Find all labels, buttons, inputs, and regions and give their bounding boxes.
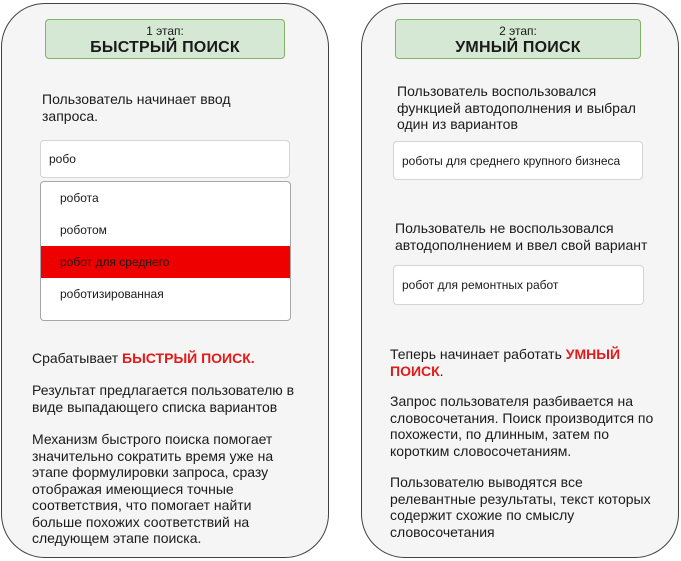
- suggestion-label: роботом: [60, 223, 107, 237]
- autocomplete-result-field[interactable]: роботы для среднего крупного бизнеса: [393, 141, 643, 180]
- stage-2-manual-text: Пользователь не воспользовался автодопол…: [395, 220, 648, 253]
- autocomplete-result-value: роботы для среднего крупного бизнеса: [402, 153, 621, 168]
- stage-2-results-text: Пользователю выводятся все релевантные р…: [390, 474, 651, 540]
- stage-1-mechanism-text: Механизм быстрого поиска помогает значит…: [32, 431, 274, 546]
- now-suffix: .: [439, 362, 444, 379]
- suggestion-label: робот для среднего: [60, 255, 170, 269]
- stage-2-autocomplete-text: Пользователь воспользовался функцией авт…: [397, 83, 636, 132]
- stage-1-result-text: Результат предлагается пользователю в ви…: [32, 382, 295, 415]
- stage-1-title: БЫСТРЫЙ ПОИСК: [90, 39, 240, 56]
- stage-1-badge: 1 этап: БЫСТРЫЙ ПОИСК: [45, 19, 285, 59]
- stage-1-trigger-text: Срабатывает БЫСТРЫЙ ПОИСК.: [32, 350, 302, 367]
- autocomplete-dropdown[interactable]: робота роботом робот для среднего роботизир…: [40, 181, 291, 321]
- suggestion-item[interactable]: робот для среднего: [41, 246, 290, 278]
- manual-query-field[interactable]: робот для ремонтных работ: [393, 265, 644, 305]
- now-prefix: Теперь начинает работать: [390, 346, 566, 362]
- search-input[interactable]: робо: [40, 140, 290, 178]
- manual-query-value: робот для ремонтных работ: [402, 278, 559, 292]
- trigger-prefix: Срабатывает: [32, 350, 123, 366]
- stage-2-label: 2 этап:: [499, 24, 537, 38]
- stage-2-badge: 2 этап: УМНЫЙ ПОИСК: [395, 19, 641, 59]
- suggestion-label: робота: [60, 191, 99, 205]
- suggestion-label: роботизированная: [60, 287, 164, 301]
- trigger-highlight: БЫСТРЫЙ ПОИСК.: [122, 350, 255, 366]
- suggestion-item[interactable]: робота: [41, 182, 290, 214]
- stage-1-intro: Пользователь начинает ввод запроса.: [42, 91, 231, 124]
- stage-2-now-text: Теперь начинает работать УМНЫЙ ПОИСК.: [390, 346, 640, 379]
- suggestion-item[interactable]: роботизированная: [41, 278, 290, 310]
- stage-1-label: 1 этап:: [146, 24, 184, 38]
- search-input-value: робо: [49, 152, 76, 166]
- stage-2-title: УМНЫЙ ПОИСК: [455, 39, 581, 56]
- stage-2-split-text: Запрос пользователя разбивается на слово…: [390, 393, 654, 459]
- suggestion-item[interactable]: роботом: [41, 214, 290, 246]
